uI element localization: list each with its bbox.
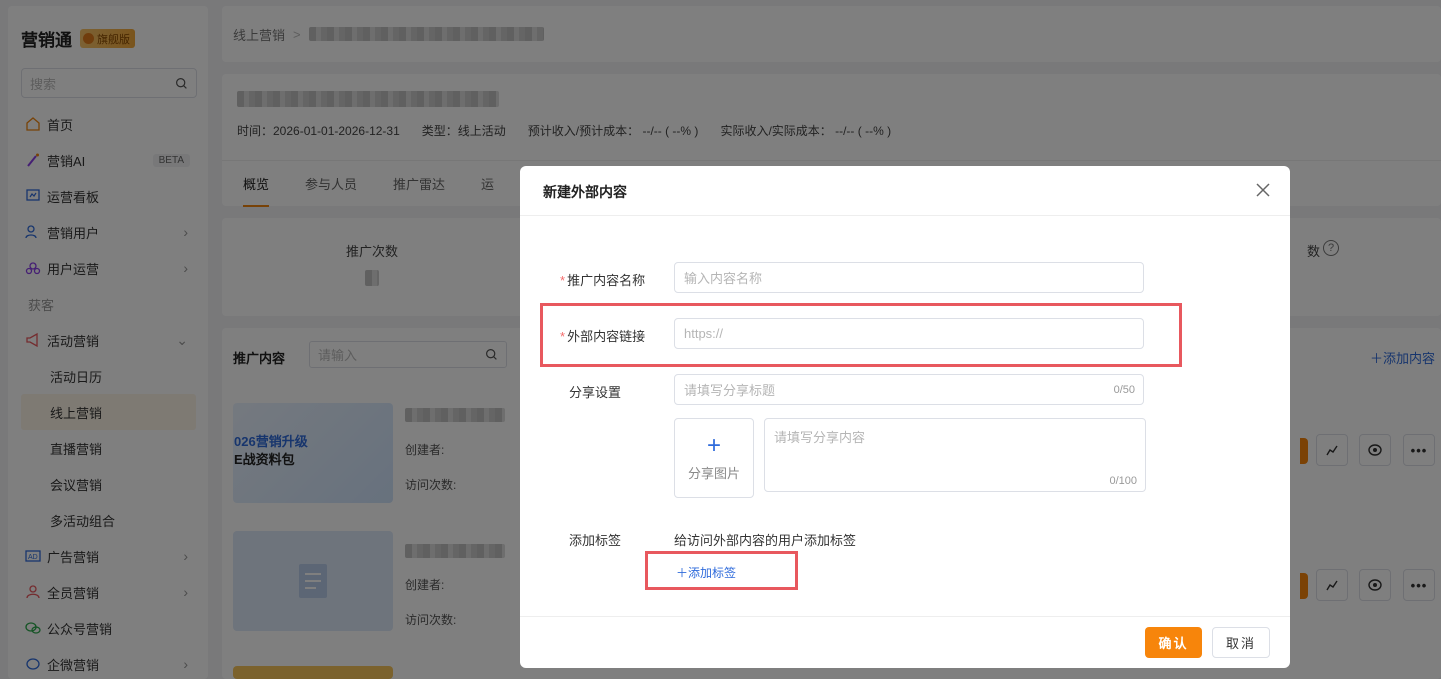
highlight-box-tag	[645, 551, 798, 590]
name-label-text: 推广内容名称	[567, 273, 646, 288]
required-mark: *	[560, 273, 566, 288]
highlight-box-link	[540, 303, 1182, 367]
dialog-title: 新建外部内容	[543, 184, 627, 200]
tag-label: 添加标签	[569, 533, 622, 548]
close-icon[interactable]	[1254, 181, 1272, 199]
cancel-button[interactable]: 取消	[1212, 627, 1270, 658]
new-external-content-dialog: 新建外部内容 * 推广内容名称 输入内容名称 * 外部内容链接 https:// 分…	[520, 166, 1290, 668]
share-title-counter: 0/50	[1113, 383, 1135, 396]
share-content-placeholder: 请填写分享内容	[774, 430, 866, 445]
share-image-label: 分享图片	[687, 465, 740, 481]
content-name-input[interactable]: 输入内容名称	[674, 262, 1144, 293]
share-title-input[interactable]: 请填写分享标题 0/50	[674, 374, 1144, 405]
dialog-footer-divider	[520, 616, 1290, 617]
plus-icon: +	[706, 431, 721, 459]
share-image-upload[interactable]: + 分享图片	[674, 418, 754, 498]
dialog-divider	[520, 215, 1290, 216]
share-title-placeholder: 请填写分享标题	[684, 383, 776, 398]
share-content-textarea[interactable]: 请填写分享内容 0/100	[764, 418, 1146, 492]
confirm-button[interactable]: 确认	[1145, 627, 1202, 658]
name-field-label: * 推广内容名称	[560, 270, 645, 289]
share-settings-label: 分享设置	[569, 385, 622, 400]
content-name-placeholder: 输入内容名称	[684, 271, 763, 286]
tag-hint: 给访问外部内容的用户添加标签	[674, 533, 857, 548]
share-content-counter: 0/100	[1109, 475, 1137, 487]
